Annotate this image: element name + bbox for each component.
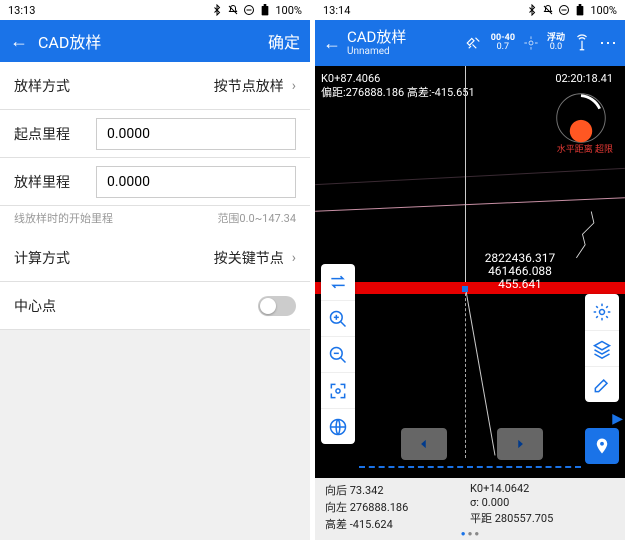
info-cell: K0+14.0642 <box>470 482 615 495</box>
status-bar: 13:14 100% <box>315 0 625 20</box>
info-cell: 向左 276888.186 <box>325 499 470 515</box>
prev-button[interactable] <box>401 428 447 460</box>
title-bar: ← CAD放样 确定 <box>0 20 310 62</box>
mute-icon <box>542 4 554 16</box>
bluetooth-icon <box>211 4 223 16</box>
title-bar: ← CAD放样 Unnamed 00-40 0.7 浮动 0.0 ⋯ <box>315 20 625 66</box>
row-stake-mode[interactable]: 放样方式 按节点放样 › <box>0 62 310 110</box>
label: 放样里程 <box>14 172 96 192</box>
highlight-button[interactable] <box>585 366 619 402</box>
start-mileage-input[interactable] <box>96 118 296 150</box>
mute-icon <box>227 4 239 16</box>
map-line <box>465 288 496 456</box>
row-start-mileage: 起点里程 <box>0 110 310 158</box>
crosshair-icon[interactable] <box>523 35 539 51</box>
stake-mileage-input[interactable] <box>96 166 296 198</box>
label: 计算方式 <box>14 248 99 268</box>
info-top-left: K0+87.4066 偏距:276888.186 高差:-415.651 <box>321 72 475 101</box>
info-top-right: 02:20:18.41 <box>555 72 613 85</box>
status-time: 13:13 <box>8 4 35 17</box>
baseline-dashed <box>359 466 581 468</box>
label: 起点里程 <box>14 124 96 144</box>
pager-dots[interactable]: ● ● ● <box>315 529 625 538</box>
satellite-icon[interactable] <box>465 34 483 52</box>
overflow-menu[interactable]: ⋯ <box>599 33 617 54</box>
map-dashed-line <box>465 288 466 458</box>
zoom-out-button[interactable] <box>321 336 355 372</box>
coordinates-readout: 2822436.317 461466.088 455.641 <box>460 252 580 292</box>
label: 放样方式 <box>14 76 99 96</box>
antenna-icon[interactable] <box>573 34 591 52</box>
bottom-info-panel: 向后 73.342 向左 276888.186 高差 -415.624 K0+1… <box>315 478 625 540</box>
next-button[interactable] <box>497 428 543 460</box>
dnd-icon <box>243 4 255 16</box>
row-calc-mode[interactable]: 计算方式 按关键节点 › <box>0 234 310 282</box>
zoom-in-button[interactable] <box>321 300 355 336</box>
info-cell: 向后 73.342 <box>325 482 470 498</box>
chevron-right-icon: › <box>292 250 296 266</box>
hint-left: 线放样时的开始里程 <box>14 210 113 226</box>
battery-pct: 100% <box>275 4 302 17</box>
dnd-icon <box>558 4 570 16</box>
row-center-point: 中心点 <box>0 282 310 330</box>
battery-icon <box>259 4 271 16</box>
info-cell: 平距 280557.705 <box>470 510 615 526</box>
settings-button[interactable] <box>585 294 619 330</box>
locate-button[interactable] <box>585 428 619 464</box>
indicator-2: 浮动 0.0 <box>547 34 565 52</box>
status-time: 13:14 <box>323 4 350 17</box>
globe-button[interactable] <box>321 408 355 444</box>
value: 按关键节点 <box>99 248 284 268</box>
page-subtitle: Unnamed <box>347 46 406 57</box>
page-title: CAD放样 <box>347 29 406 46</box>
indicator-1: 00-40 0.7 <box>491 34 515 52</box>
back-button[interactable]: ← <box>323 33 341 54</box>
center-toggle[interactable] <box>258 296 296 316</box>
right-toolbar <box>585 294 619 402</box>
value: 按节点放样 <box>99 76 284 96</box>
battery-icon <box>574 4 586 16</box>
play-icon[interactable]: ▶ <box>612 411 623 427</box>
map-view[interactable]: K0+87.4066 偏距:276888.186 高差:-415.651 02:… <box>315 66 625 478</box>
left-toolbar <box>321 264 355 444</box>
map-line <box>315 168 625 185</box>
hint-right: 范围0.0~147.34 <box>217 210 296 226</box>
warning-text: 水平距离 超限 <box>557 142 613 155</box>
label: 中心点 <box>14 296 99 316</box>
info-cell: σ: 0.000 <box>470 496 615 509</box>
layers-button[interactable] <box>585 330 619 366</box>
compass-icon[interactable] <box>553 90 609 146</box>
confirm-button[interactable]: 确定 <box>268 29 300 53</box>
row-stake-mileage: 放样里程 <box>0 158 310 206</box>
status-bar: 13:13 100% <box>0 0 310 20</box>
battery-pct: 100% <box>590 4 617 17</box>
hint-row: 线放样时的开始里程 范围0.0~147.34 <box>0 206 310 234</box>
fullscreen-button[interactable] <box>321 372 355 408</box>
swap-button[interactable] <box>321 264 355 300</box>
page-title: CAD放样 <box>38 29 101 53</box>
chevron-right-icon: › <box>292 78 296 94</box>
bluetooth-icon <box>526 4 538 16</box>
back-button[interactable]: ← <box>10 31 28 52</box>
